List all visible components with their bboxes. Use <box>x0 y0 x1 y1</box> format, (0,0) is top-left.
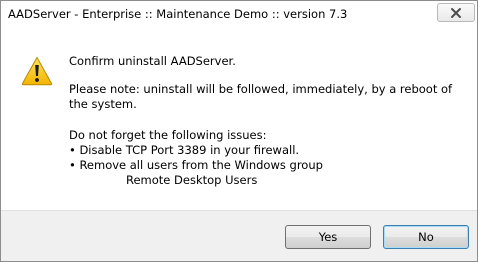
warning-icon <box>21 56 53 86</box>
issue-firewall: • Disable TCP Port 3389 in your firewall… <box>69 143 300 157</box>
reboot-note: Please note: uninstall will be followed,… <box>69 82 453 111</box>
issue-group-name: Remote Desktop Users <box>126 173 258 187</box>
issues-intro: Do not forget the following issues: <box>69 128 267 142</box>
button-bar: Yes No <box>1 210 477 261</box>
confirm-heading: Confirm uninstall AADServer. <box>69 54 236 68</box>
no-button[interactable]: No <box>383 225 469 249</box>
window-title: AADServer - Enterprise :: Maintenance De… <box>8 7 348 21</box>
title-bar[interactable]: AADServer - Enterprise :: Maintenance De… <box>1 1 477 30</box>
close-button[interactable] <box>437 3 475 22</box>
close-icon <box>451 7 461 18</box>
issues-list: Do not forget the following issues: • Di… <box>69 128 323 188</box>
issue-remove-users: • Remove all users from the Windows grou… <box>69 158 323 172</box>
yes-button[interactable]: Yes <box>285 225 371 249</box>
message-area: Confirm uninstall AADServer. Please note… <box>1 30 477 210</box>
message-box-window: AADServer - Enterprise :: Maintenance De… <box>0 0 478 262</box>
